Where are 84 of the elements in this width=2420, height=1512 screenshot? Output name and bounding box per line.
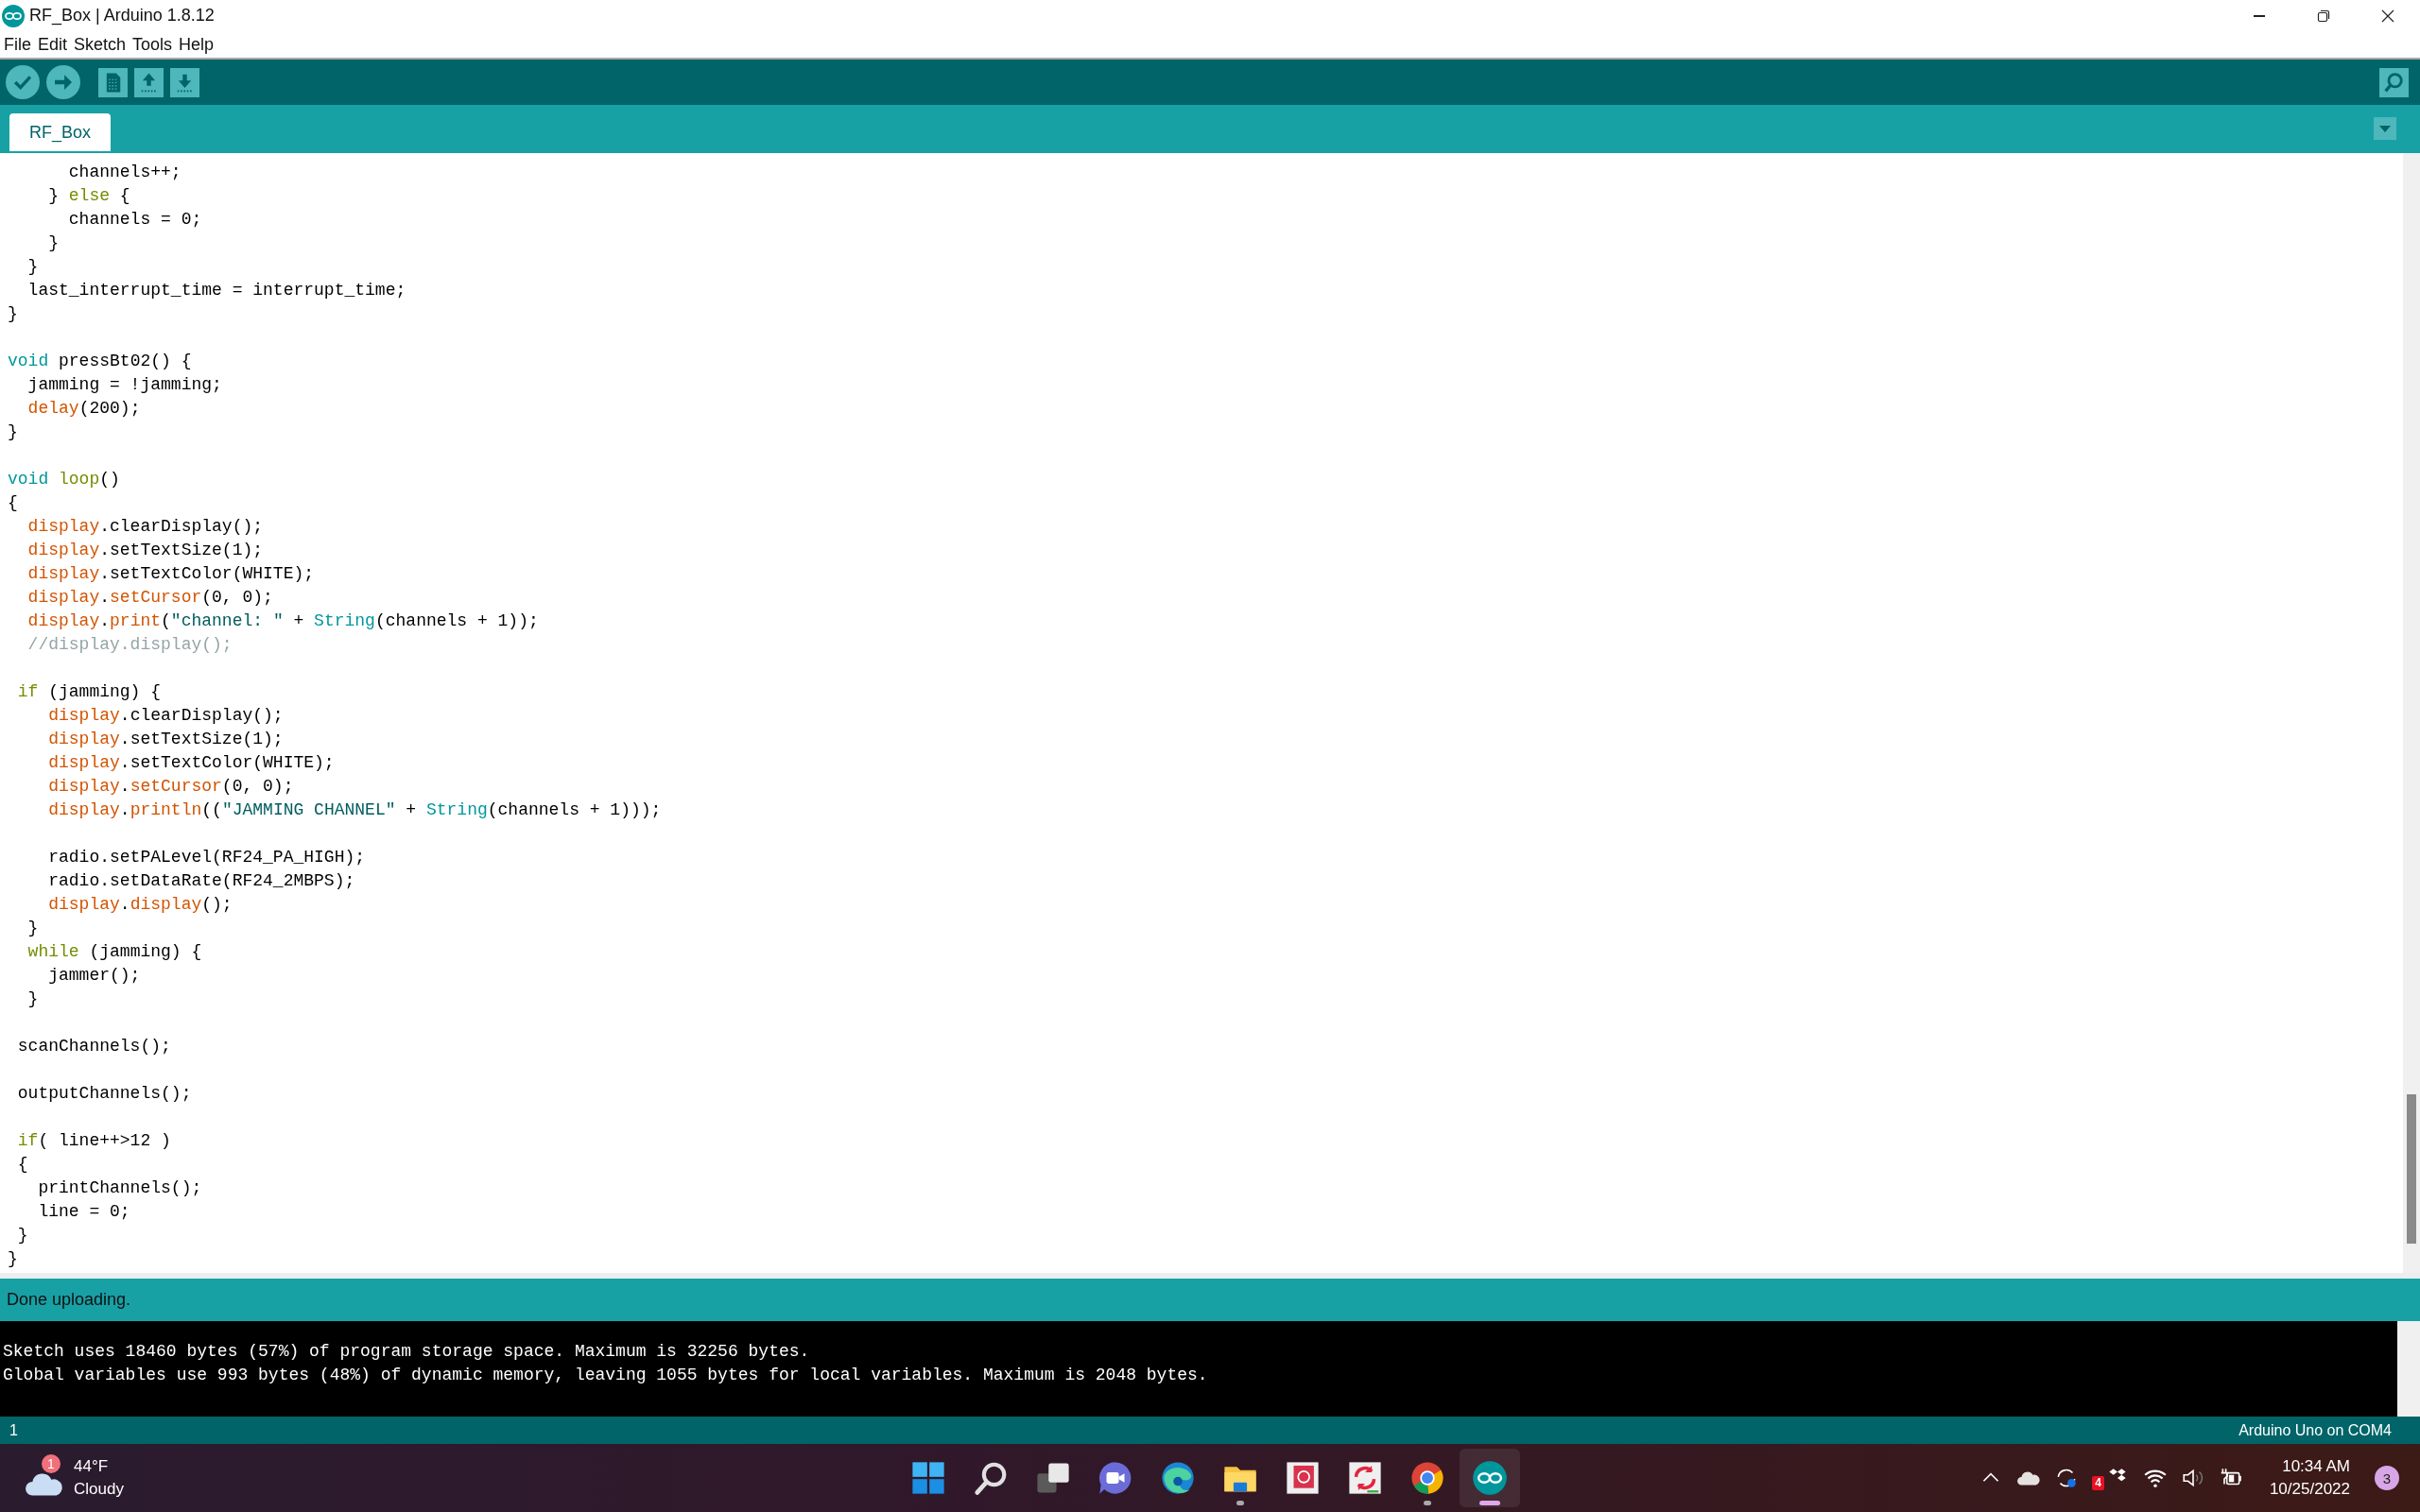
video-chat-icon bbox=[1098, 1460, 1133, 1496]
code-line: } bbox=[47, 233, 59, 252]
save-button[interactable] bbox=[170, 67, 199, 97]
code-line: last_interrupt_time = interrupt_time; bbox=[26, 281, 406, 300]
code-line: { bbox=[8, 493, 18, 512]
sync-icon bbox=[1347, 1460, 1383, 1496]
taskbar-app-button[interactable] bbox=[1460, 1449, 1520, 1507]
scrollbar-thumb[interactable] bbox=[2407, 1094, 2416, 1244]
code-line: display.setTextSize(1); bbox=[26, 541, 264, 559]
menu-item[interactable]: Edit bbox=[38, 34, 68, 55]
notification-count[interactable]: 3 bbox=[2375, 1466, 2399, 1490]
menu-item[interactable]: Tools bbox=[132, 34, 173, 55]
clock-time[interactable]: 10:34 AM bbox=[2282, 1455, 2350, 1478]
code-line: } bbox=[26, 919, 39, 937]
code-line: display.setCursor(0, 0); bbox=[26, 588, 273, 607]
code-line: radio.setPALevel(RF24_PA_HIGH); bbox=[47, 848, 366, 867]
console-line: Global variables use 993 bytes (48%) of dynamic memory, leaving 1055 bytes for local variables. Maximum is 2048 bytes. bbox=[3, 1366, 1208, 1384]
windows-logo-icon bbox=[910, 1460, 946, 1496]
code-line: radio.setDataRate(RF24_2MBPS); bbox=[47, 871, 355, 890]
search-icon bbox=[973, 1460, 1009, 1496]
code-line: } bbox=[26, 257, 39, 276]
code-line: channels++; bbox=[67, 163, 182, 181]
code-line: channels = 0; bbox=[67, 210, 202, 229]
window-title: RF_Box | Arduino 1.8.12 bbox=[29, 6, 215, 26]
ring-browser-icon bbox=[1409, 1460, 1445, 1496]
scrollbar[interactable] bbox=[2403, 153, 2420, 1273]
code-line: } bbox=[16, 1226, 28, 1245]
tab-menu-button[interactable] bbox=[2374, 116, 2396, 140]
weather-condition: Cloudy bbox=[74, 1479, 124, 1500]
console-line: Sketch uses 18460 bytes (57%) of program storage space. Maximum is 32256 bytes. bbox=[3, 1342, 810, 1361]
new-sketch-button[interactable] bbox=[98, 67, 128, 97]
wave-browser-icon bbox=[1160, 1460, 1196, 1496]
code-line: } bbox=[8, 422, 18, 441]
menu-item[interactable]: Sketch bbox=[74, 34, 127, 55]
code-line: display.setTextSize(1); bbox=[47, 730, 284, 748]
running-indicator bbox=[1236, 1501, 1244, 1505]
serial-monitor-button[interactable] bbox=[2379, 67, 2409, 97]
code-line: display.print("channel: " + String(channels + 1)); bbox=[26, 611, 539, 630]
code-line: display.clearDisplay(); bbox=[47, 706, 284, 725]
minimize-icon bbox=[2254, 14, 2265, 17]
code-line: scanChannels(); bbox=[16, 1037, 171, 1056]
code-line: } bbox=[8, 1249, 18, 1268]
code-line: display.display(); bbox=[47, 895, 233, 914]
code-line: } bbox=[8, 304, 18, 323]
menu-item[interactable]: Help bbox=[179, 34, 215, 55]
status-message: Done uploading. bbox=[7, 1290, 131, 1310]
code-line: { bbox=[16, 1155, 28, 1174]
board-info: Arduino Uno on COM4 bbox=[2238, 1421, 2392, 1439]
line-number: 1 bbox=[9, 1421, 18, 1439]
running-indicator bbox=[1479, 1501, 1500, 1505]
code-line: line = 0; bbox=[37, 1202, 130, 1221]
code-line: jamming = !jamming; bbox=[26, 375, 222, 394]
code-line: jammer(); bbox=[47, 966, 141, 985]
running-indicator bbox=[1424, 1501, 1431, 1505]
code-line: //display.display(); bbox=[26, 635, 233, 654]
scrollbar[interactable] bbox=[2397, 1321, 2420, 1417]
menu-item[interactable]: File bbox=[4, 34, 31, 55]
code-line: } bbox=[26, 989, 39, 1008]
code-line: display.clearDisplay(); bbox=[26, 517, 264, 536]
code-line: void loop() bbox=[8, 470, 120, 489]
code-line: while (jamming) { bbox=[26, 942, 202, 961]
sketch-tab[interactable]: RF_Box bbox=[9, 113, 112, 151]
code-line: outputChannels(); bbox=[16, 1084, 192, 1103]
open-button[interactable] bbox=[134, 67, 164, 97]
code-line: } else { bbox=[47, 186, 130, 205]
code-line: display.setTextColor(WHITE); bbox=[47, 753, 335, 772]
arduino-logo-icon bbox=[1472, 1460, 1508, 1496]
temperature: 44°F bbox=[74, 1456, 110, 1477]
help-book-icon bbox=[1285, 1460, 1321, 1496]
upload-button[interactable] bbox=[46, 65, 80, 99]
notification-badge: 4 bbox=[2092, 1476, 2104, 1490]
code-line: printChannels(); bbox=[37, 1178, 202, 1197]
notification-badge: 1 bbox=[42, 1454, 60, 1473]
clock-date[interactable]: 10/25/2022 bbox=[2269, 1478, 2350, 1501]
code-line: if (jamming) { bbox=[16, 682, 162, 701]
code-line: if( line++>12 ) bbox=[16, 1131, 171, 1150]
close-icon bbox=[2380, 8, 2395, 24]
code-line: delay(200); bbox=[26, 399, 141, 418]
verify-button[interactable] bbox=[6, 65, 40, 99]
code-line: display.setTextColor(WHITE); bbox=[26, 564, 315, 583]
code-line: display.println(("JAMMING CHANNEL" + String(channels + 1))); bbox=[47, 800, 662, 819]
restore-icon bbox=[2316, 8, 2331, 24]
code-line: void pressBt02() { bbox=[8, 352, 192, 370]
code-line: display.setCursor(0, 0); bbox=[47, 777, 294, 796]
